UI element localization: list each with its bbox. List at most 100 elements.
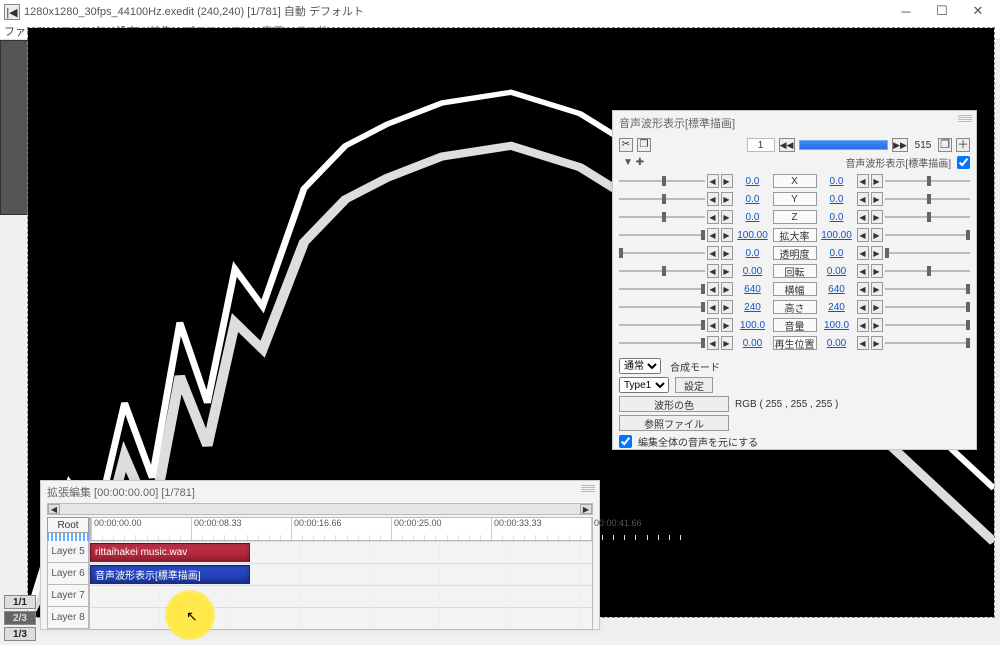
use-whole-audio-checkbox[interactable] (619, 435, 632, 448)
scroll-left-icon[interactable]: ◀ (48, 504, 60, 514)
timeline-ruler[interactable]: 00:00:00.0000:00:08.3300:00:16.6600:00:2… (90, 517, 592, 541)
value-right[interactable]: 0.0 (819, 194, 855, 205)
value-right[interactable]: 240 (819, 302, 855, 313)
value-right[interactable]: 100.0 (819, 320, 855, 331)
nudge-right-icon[interactable]: ▶ (871, 264, 883, 278)
slider-right[interactable] (885, 282, 971, 296)
back-icon[interactable]: |◀ (4, 4, 20, 20)
nudge-left-icon[interactable]: ◀ (857, 174, 869, 188)
nudge-right-icon[interactable]: ▶ (871, 210, 883, 224)
cut-icon[interactable]: ✂ (619, 138, 633, 152)
nudge-left-icon[interactable]: ◀ (707, 300, 719, 314)
nudge-left-icon[interactable]: ◀ (707, 336, 719, 350)
slider-right[interactable] (885, 210, 971, 224)
slider-left[interactable] (619, 300, 705, 314)
badge-1-3[interactable]: 1/3 (4, 627, 36, 641)
value-left[interactable]: 100.0 (735, 320, 771, 331)
param-label[interactable]: Z (773, 210, 817, 224)
slider-left[interactable] (619, 192, 705, 206)
value-right[interactable]: 0.00 (819, 266, 855, 277)
settings-button[interactable]: 設定 (675, 377, 713, 393)
value-right[interactable]: 640 (819, 284, 855, 295)
nudge-left-icon[interactable]: ◀ (707, 282, 719, 296)
slider-left[interactable] (619, 246, 705, 260)
add-button[interactable]: ＋ (956, 138, 970, 152)
nudge-right-icon[interactable]: ▶ (871, 300, 883, 314)
wave-color-button[interactable]: 波形の色 (619, 396, 729, 412)
nudge-left-icon[interactable]: ◀ (707, 174, 719, 188)
dup-right-icon[interactable]: ❐ (938, 138, 952, 152)
rewind-button[interactable]: ◀◀ (779, 138, 795, 152)
track-layer-5[interactable]: rittaihakei music.wav (90, 541, 592, 563)
slider-right[interactable] (885, 300, 971, 314)
enable-checkbox[interactable] (957, 156, 970, 169)
nudge-right-icon[interactable]: ▶ (721, 336, 733, 350)
layer-5-label[interactable]: Layer 5 (47, 541, 89, 563)
frame-current[interactable]: 1 (747, 138, 775, 152)
scroll-right-icon[interactable]: ▶ (580, 504, 592, 514)
nudge-left-icon[interactable]: ◀ (707, 264, 719, 278)
param-label[interactable]: 回転 (773, 264, 817, 278)
nudge-right-icon[interactable]: ▶ (871, 174, 883, 188)
ref-file-button[interactable]: 参照ファイル (619, 415, 729, 431)
layer-7-label[interactable]: Layer 7 (47, 585, 89, 607)
param-label[interactable]: 音量 (773, 318, 817, 332)
value-left[interactable]: 0.00 (735, 266, 771, 277)
param-label[interactable]: 高さ (773, 300, 817, 314)
badge-2-3[interactable]: 2/3 (4, 611, 36, 625)
nudge-right-icon[interactable]: ▶ (871, 336, 883, 350)
panel-grip-icon[interactable] (581, 485, 595, 493)
value-left[interactable]: 0.0 (735, 194, 771, 205)
nudge-left-icon[interactable]: ◀ (857, 336, 869, 350)
nudge-left-icon[interactable]: ◀ (857, 192, 869, 206)
value-left[interactable]: 0.00 (735, 338, 771, 349)
slider-left[interactable] (619, 318, 705, 332)
layer-8-label[interactable]: Layer 8 (47, 607, 89, 629)
nudge-right-icon[interactable]: ▶ (721, 282, 733, 296)
value-left[interactable]: 100.00 (735, 230, 771, 241)
maximize-button[interactable]: ☐ (924, 0, 960, 22)
layer-6-label[interactable]: Layer 6 (47, 563, 89, 585)
duplicate-icon[interactable]: ❐ (637, 138, 651, 152)
value-left[interactable]: 0.0 (735, 176, 771, 187)
param-label[interactable]: 拡大率 (773, 228, 817, 242)
nudge-right-icon[interactable]: ▶ (721, 246, 733, 260)
value-right[interactable]: 0.00 (819, 338, 855, 349)
nudge-right-icon[interactable]: ▶ (721, 210, 733, 224)
slider-right[interactable] (885, 228, 971, 242)
slider-left[interactable] (619, 174, 705, 188)
track-layer-7[interactable] (90, 585, 592, 607)
nudge-right-icon[interactable]: ▶ (871, 318, 883, 332)
timeline-hscroll[interactable]: ◀ ▶ (47, 503, 593, 515)
nudge-left-icon[interactable]: ◀ (707, 192, 719, 206)
nudge-left-icon[interactable]: ◀ (707, 318, 719, 332)
slider-left[interactable] (619, 228, 705, 242)
slider-left[interactable] (619, 336, 705, 350)
nudge-right-icon[interactable]: ▶ (721, 228, 733, 242)
waveform-clip[interactable]: 音声波形表示[標準描画] (90, 565, 250, 584)
slider-right[interactable] (885, 336, 971, 350)
param-label[interactable]: Y (773, 192, 817, 206)
slider-left[interactable] (619, 264, 705, 278)
value-right[interactable]: 0.0 (819, 248, 855, 259)
nudge-left-icon[interactable]: ◀ (857, 300, 869, 314)
track-layer-8[interactable] (90, 607, 592, 629)
nudge-right-icon[interactable]: ▶ (721, 300, 733, 314)
root-button[interactable]: Root (47, 517, 89, 533)
slider-right[interactable] (885, 192, 971, 206)
value-left[interactable]: 640 (735, 284, 771, 295)
nudge-right-icon[interactable]: ▶ (721, 192, 733, 206)
nudge-left-icon[interactable]: ◀ (857, 264, 869, 278)
panel-grip-icon[interactable] (958, 115, 972, 123)
slider-right[interactable] (885, 318, 971, 332)
slider-left[interactable] (619, 282, 705, 296)
value-left[interactable]: 0.0 (735, 212, 771, 223)
caret-toggle[interactable]: ▼ ✚ (619, 157, 644, 168)
wave-type-select[interactable]: Type1 (619, 377, 669, 393)
frame-seek-bar[interactable] (799, 140, 889, 150)
nudge-left-icon[interactable]: ◀ (857, 282, 869, 296)
value-right[interactable]: 0.0 (819, 212, 855, 223)
nudge-left-icon[interactable]: ◀ (857, 210, 869, 224)
nudge-left-icon[interactable]: ◀ (857, 246, 869, 260)
audio-clip[interactable]: rittaihakei music.wav (90, 543, 250, 562)
